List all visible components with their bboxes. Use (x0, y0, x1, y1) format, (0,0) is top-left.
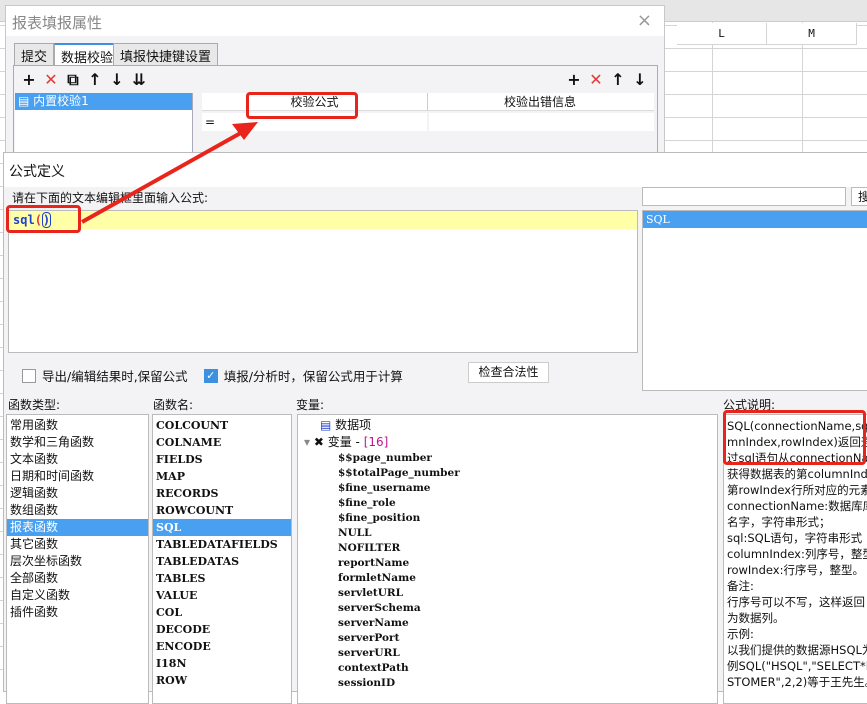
annotation-arrow (81, 122, 258, 224)
